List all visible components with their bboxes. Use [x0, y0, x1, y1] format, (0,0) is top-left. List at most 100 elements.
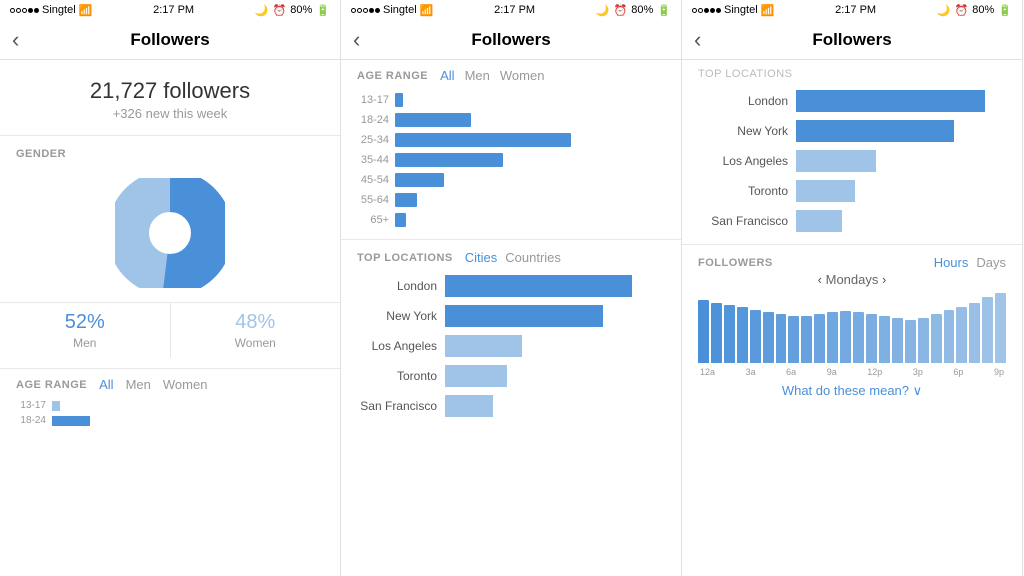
activity-bar-21 [969, 303, 980, 363]
city-label-newyork: New York [698, 124, 788, 138]
bar-track-65 [395, 213, 665, 227]
city-track-sf [796, 210, 1006, 232]
small-bar-13-17: 13-17 [16, 400, 324, 411]
activity-bar-17 [918, 318, 929, 363]
activity-bar-13 [866, 314, 877, 363]
loc-bar-toronto: Toronto [357, 365, 665, 387]
activity-tab-hours[interactable]: Hours [934, 255, 969, 270]
age-tab-women-1[interactable]: Women [163, 377, 208, 392]
activity-bar-9 [814, 314, 825, 363]
loc-label-newyork: New York [357, 309, 437, 323]
bar-fill-35 [395, 153, 503, 167]
back-button-3[interactable]: ‹ [694, 27, 701, 53]
loc-fill-la [445, 335, 522, 357]
bar-track-25 [395, 133, 665, 147]
bar-row-18: 18-24 [357, 113, 665, 127]
loc-tab-group: Cities Countries [465, 250, 561, 265]
bar-row-25: 25-34 [357, 133, 665, 147]
x-label-6p: 6p [953, 367, 963, 377]
loc-fill-newyork [445, 305, 603, 327]
city-label-la: Los Angeles [698, 154, 788, 168]
x-label-9p: 9p [994, 367, 1004, 377]
loc-bar-la: Los Angeles [357, 335, 665, 357]
loc-tab-countries[interactable]: Countries [505, 250, 561, 265]
loc-fill-london [445, 275, 632, 297]
nav-bar-1: ‹ Followers [0, 20, 340, 60]
city-track-la [796, 150, 1006, 172]
men-stat: 52% Men [0, 303, 171, 358]
status-bar-3: Singtel 📶 2:17 PM 🌙 ⏰ 80% 🔋 [682, 0, 1022, 20]
x-label-9a: 9a [827, 367, 837, 377]
loc-bar-sf: San Francisco [357, 395, 665, 417]
moon-icon-2: 🌙 [596, 4, 610, 17]
gender-pie [115, 178, 225, 288]
activity-bar-4 [750, 310, 761, 363]
city-fill-la [796, 150, 876, 172]
city-label-toronto: Toronto [698, 184, 788, 198]
panel-followers-overview: Singtel 📶 2:17 PM 🌙 ⏰ 80% 🔋 ‹ Followers … [0, 0, 341, 576]
small-bar-label-18: 18-24 [16, 415, 46, 426]
women-pct: 48% [171, 311, 341, 334]
activity-bar-10 [827, 312, 838, 363]
men-label: Men [0, 336, 170, 350]
panel-cities-activity: Singtel 📶 2:17 PM 🌙 ⏰ 80% 🔋 ‹ Followers … [682, 0, 1023, 576]
alarm-icon-3: ⏰ [955, 4, 969, 17]
city-fill-toronto [796, 180, 855, 202]
loc-fill-sf [445, 395, 493, 417]
back-button-1[interactable]: ‹ [12, 27, 19, 53]
signal-icon [10, 8, 39, 13]
men-pct: 52% [0, 311, 170, 334]
small-bar-fill-13 [52, 401, 60, 411]
loc-track-la [445, 335, 665, 357]
loc-bar-newyork: New York [357, 305, 665, 327]
age-tab-men-1[interactable]: Men [126, 377, 151, 392]
age-tab-all-1[interactable]: All [99, 377, 113, 392]
activity-label: FOLLOWERS [698, 257, 934, 269]
x-label-3p: 3p [913, 367, 923, 377]
wifi-icon: 📶 [79, 4, 93, 17]
bar-row-65: 65+ [357, 213, 665, 227]
activity-bar-16 [905, 320, 916, 363]
x-label-12a: 12a [700, 367, 715, 377]
activity-bar-23 [995, 293, 1006, 363]
activity-tabs: Hours Days [934, 255, 1006, 270]
x-label-6a: 6a [786, 367, 796, 377]
bar-fill-13 [395, 93, 403, 107]
bar-label-25: 25-34 [357, 134, 389, 146]
status-bar-1: Singtel 📶 2:17 PM 🌙 ⏰ 80% 🔋 [0, 0, 340, 20]
loc-section-header: TOP LOCATIONS Cities Countries [357, 250, 665, 265]
activity-bar-18 [931, 314, 942, 363]
city-bar-newyork: New York [698, 120, 1006, 142]
carrier-3: Singtel [724, 4, 758, 16]
age-tab-all-2[interactable]: All [440, 68, 454, 83]
moon-icon: 🌙 [255, 4, 269, 17]
age-range-label-2: AGE RANGE [357, 70, 428, 82]
age-tab-women-2[interactable]: Women [500, 68, 545, 83]
age-tab-men-2[interactable]: Men [465, 68, 490, 83]
gender-stats: 52% Men 48% Women [0, 302, 340, 358]
status-left-1: Singtel 📶 [10, 4, 92, 17]
chevron-right-icon[interactable]: › [882, 272, 886, 287]
activity-bar-22 [982, 297, 993, 363]
top-cities-section: TOP LOCATIONS London New York Los Angele… [682, 60, 1022, 245]
chevron-left-icon[interactable]: ‹ [818, 272, 822, 287]
age-bar-chart: 13-17 18-24 25-34 35-44 45-54 55-64 [357, 93, 665, 227]
activity-bar-20 [956, 307, 967, 363]
loc-label-london: London [357, 279, 437, 293]
panel-age-locations: Singtel 📶 2:17 PM 🌙 ⏰ 80% 🔋 ‹ Followers … [341, 0, 682, 576]
wifi-icon-3: 📶 [761, 4, 775, 17]
age-tabs-1: AGE RANGE All Men Women [0, 377, 340, 400]
what-link[interactable]: What do these mean? ∨ [698, 383, 1006, 399]
loc-track-newyork [445, 305, 665, 327]
city-bar-london: London [698, 90, 1006, 112]
age-range-section: AGE RANGE All Men Women 13-17 18-24 25-3… [341, 60, 681, 240]
bar-fill-55 [395, 193, 417, 207]
city-bar-toronto: Toronto [698, 180, 1006, 202]
loc-tab-cities[interactable]: Cities [465, 250, 498, 265]
nav-title-3: Followers [812, 30, 891, 50]
small-bar-track-18 [52, 416, 324, 426]
back-button-2[interactable]: ‹ [353, 27, 360, 53]
activity-bar-7 [788, 316, 799, 363]
activity-tab-days[interactable]: Days [976, 255, 1006, 270]
small-bar-fill-18 [52, 416, 90, 426]
